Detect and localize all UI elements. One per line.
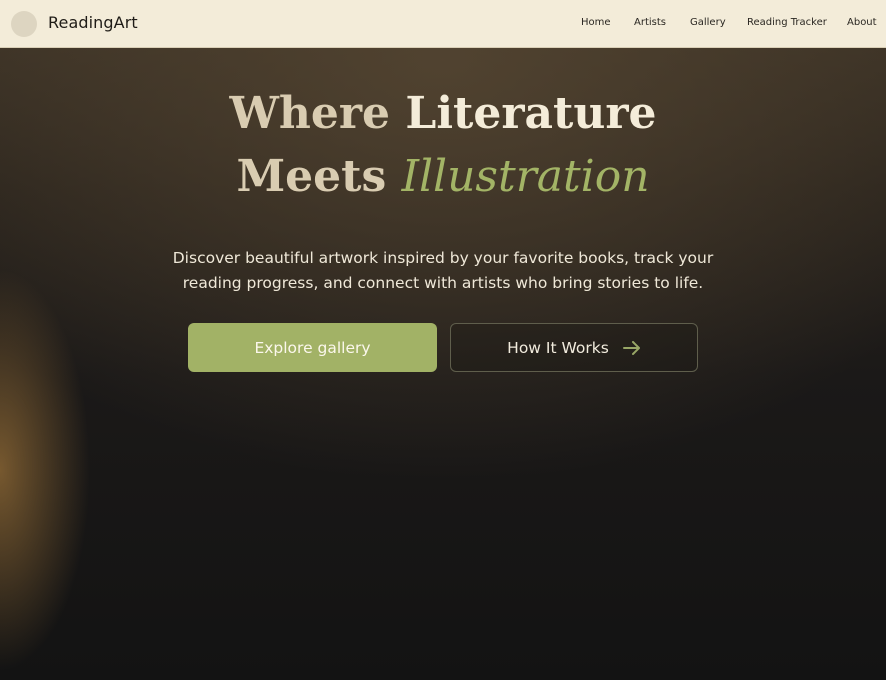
top-navbar: ReadingArt Home Artists Gallery Reading … xyxy=(0,0,886,48)
how-it-works-button[interactable]: How It Works xyxy=(450,323,698,372)
subtitle-line-1: Discover beautiful artwork inspired by y… xyxy=(172,249,714,267)
title-word-literature: Literature xyxy=(405,88,657,139)
explore-gallery-button[interactable]: Explore gallery xyxy=(188,323,437,372)
nav-reading-tracker[interactable]: Reading Tracker xyxy=(747,17,827,28)
nav-gallery[interactable]: Gallery xyxy=(690,17,726,28)
nav-about[interactable]: About xyxy=(847,17,877,28)
title-word-where: Where xyxy=(229,88,391,139)
hero-title-line-2: Meets Illustration xyxy=(0,155,886,199)
hero-title-line-1: Where Literature xyxy=(0,92,886,136)
hero-subtitle: Discover beautiful artwork inspired by y… xyxy=(143,246,743,296)
arrow-right-icon xyxy=(622,340,641,355)
nav-home[interactable]: Home xyxy=(581,17,611,28)
how-it-works-label: How It Works xyxy=(507,338,609,357)
nav-artists[interactable]: Artists xyxy=(634,17,666,28)
subtitle-line-2: reading progress, and connect with artis… xyxy=(182,274,704,292)
page: ReadingArt Home Artists Gallery Reading … xyxy=(0,0,886,680)
title-word-meets: Meets xyxy=(236,151,387,202)
brand-name[interactable]: ReadingArt xyxy=(48,13,138,32)
explore-gallery-label: Explore gallery xyxy=(254,338,371,357)
title-word-illustration: Illustration xyxy=(401,151,650,202)
logo-icon[interactable] xyxy=(11,11,37,37)
